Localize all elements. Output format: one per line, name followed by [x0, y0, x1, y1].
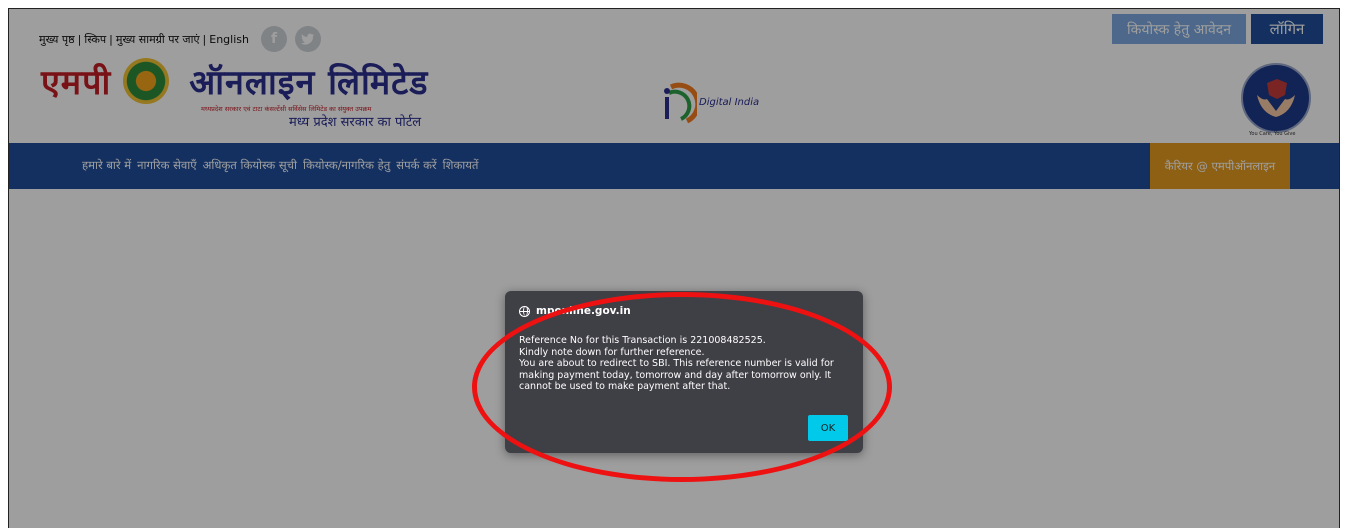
dialog-line: making payment today, tomorrow and day a… [519, 369, 832, 381]
dialog-line: cannot be used to make payment after tha… [519, 381, 731, 392]
dialog-message: Reference No for this Transaction is 221… [519, 335, 849, 393]
dialog-line: Kindly note down for further reference. [519, 346, 705, 358]
browser-viewport: मुख्य पृष्ठ | स्किप | मुख्य सामग्री पर ज… [8, 8, 1340, 528]
dialog-site-name: mponline.gov.in [536, 305, 631, 317]
dialog-line: Reference No for this Transaction is 221… [519, 335, 766, 346]
dialog-line: You are about to redirect to SBI. This r… [519, 358, 834, 369]
alert-dialog: mponline.gov.in Reference No for this Tr… [505, 291, 863, 453]
globe-icon [519, 305, 530, 317]
dialog-origin: mponline.gov.in [519, 305, 631, 317]
ok-button[interactable]: OK [808, 415, 848, 441]
